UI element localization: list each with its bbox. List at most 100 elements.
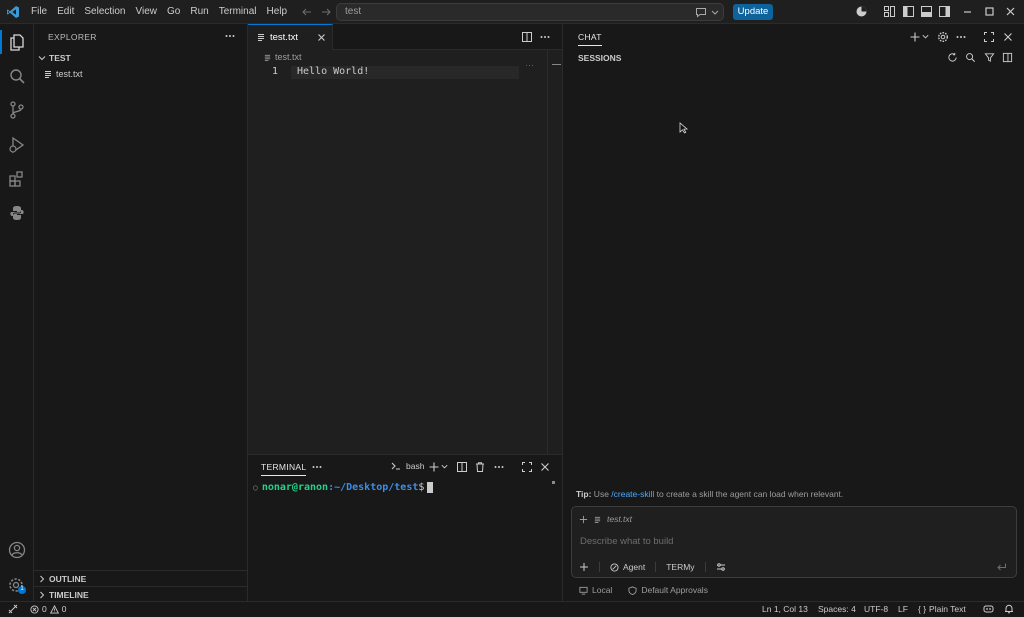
tools-sliders-icon[interactable] — [716, 562, 726, 572]
outline-section[interactable]: OUTLINE — [34, 570, 247, 586]
model-picker[interactable]: TERMy — [666, 562, 694, 572]
toggle-sidebar-icon[interactable] — [1002, 52, 1013, 63]
location-picker[interactable]: Local — [579, 585, 612, 595]
terminal-scrollbar[interactable] — [552, 481, 555, 484]
end-of-line[interactable]: LF — [898, 604, 908, 614]
account-icon[interactable] — [7, 540, 27, 560]
chevron-right-icon — [37, 590, 47, 600]
more-actions-icon[interactable] — [539, 31, 551, 43]
toggle-panel-icon[interactable] — [920, 5, 933, 18]
monitor-icon — [579, 586, 588, 595]
menu-file[interactable]: File — [26, 0, 52, 24]
more-actions-icon[interactable] — [955, 31, 967, 43]
minimize-icon[interactable] — [961, 5, 974, 18]
update-button[interactable]: Update — [733, 4, 773, 20]
terminal-shell-selector[interactable]: bash — [390, 460, 424, 472]
menu-selection[interactable]: Selection — [79, 0, 130, 24]
chevron-down-icon[interactable] — [710, 7, 720, 17]
refresh-icon[interactable] — [947, 52, 958, 63]
run-debug-icon[interactable] — [7, 135, 27, 155]
new-terminal-plus-icon[interactable] — [428, 461, 440, 473]
notifications-bell-icon[interactable] — [1004, 604, 1014, 614]
chat-prompt-input[interactable]: Describe what to build — [580, 536, 673, 547]
breadcrumb-file: test.txt — [275, 52, 302, 62]
back-arrow-icon[interactable] — [301, 6, 313, 18]
close-chat-icon[interactable] — [1002, 31, 1014, 43]
toggle-secondary-sidebar-icon[interactable] — [938, 5, 951, 18]
code-line-1[interactable]: 1 Hello World! — [248, 66, 520, 80]
menu-terminal[interactable]: Terminal — [214, 0, 262, 24]
approvals-label: Default Approvals — [641, 585, 708, 595]
customize-layout-icon[interactable] — [883, 5, 896, 18]
close-tab-icon[interactable] — [317, 33, 326, 42]
chevron-down-icon[interactable] — [440, 462, 449, 471]
manage-gear-icon[interactable] — [7, 575, 27, 595]
python-icon[interactable] — [7, 203, 27, 223]
maximize-icon[interactable] — [983, 5, 996, 18]
menu-go[interactable]: Go — [162, 0, 185, 24]
indentation[interactable]: Spaces: 4 — [818, 604, 856, 614]
add-context-plus-icon[interactable] — [579, 515, 588, 524]
breadcrumb[interactable]: test.txt — [264, 52, 302, 62]
terminal-cursor — [427, 482, 434, 493]
activity-bar: 1 — [0, 24, 34, 601]
chat-input-box[interactable]: test.txt Describe what to build Agent TE… — [571, 506, 1017, 578]
chat-bubble-icon[interactable] — [695, 7, 707, 18]
tip-link[interactable]: /create-skill — [611, 489, 654, 499]
panel-more-icon[interactable] — [311, 461, 323, 473]
context-attachment[interactable]: test.txt — [579, 514, 632, 524]
menu-edit[interactable]: Edit — [52, 0, 79, 24]
source-control-icon[interactable] — [7, 100, 27, 120]
mode-label: Agent — [623, 562, 646, 572]
search-icon[interactable] — [7, 66, 27, 86]
location-label: Local — [592, 585, 613, 595]
remote-indicator-icon[interactable] — [8, 604, 18, 614]
line-text: Hello World! — [297, 66, 370, 77]
split-terminal-icon[interactable] — [456, 461, 468, 473]
terminal-prompt[interactable]: ○ nonar@ranon :~/Desktop/test $ — [253, 482, 434, 493]
extensions-icon[interactable] — [7, 169, 27, 189]
settings-gear-icon[interactable] — [937, 31, 949, 43]
search-icon[interactable] — [965, 52, 976, 63]
add-plus-icon[interactable] — [579, 562, 589, 572]
filter-icon[interactable] — [984, 52, 995, 63]
encoding[interactable]: UTF-8 — [864, 604, 888, 614]
split-editor-icon[interactable] — [521, 31, 533, 43]
language-mode[interactable]: { } Plain Text — [918, 604, 966, 614]
minimap[interactable] — [547, 50, 562, 454]
more-actions-icon[interactable] — [493, 461, 505, 473]
tip-text-post: to create a skill the agent can load whe… — [654, 489, 844, 499]
timeline-section[interactable]: TIMELINE — [34, 586, 247, 602]
attachment-file-name: test.txt — [607, 514, 633, 524]
maximize-chat-icon[interactable] — [983, 31, 995, 43]
send-enter-icon[interactable] — [996, 562, 1007, 572]
folder-row-test[interactable]: TEST — [34, 50, 247, 66]
approvals-picker[interactable]: Default Approvals — [628, 585, 708, 595]
accounts-pie-icon[interactable] — [855, 5, 868, 18]
menu-help[interactable]: Help — [262, 0, 293, 24]
menu-view[interactable]: View — [131, 0, 163, 24]
new-chat-plus-icon[interactable] — [909, 31, 921, 43]
menu-run[interactable]: Run — [185, 0, 213, 24]
explorer-header: EXPLORER — [48, 32, 97, 42]
tab-chat[interactable]: CHAT — [578, 32, 602, 46]
copilot-icon[interactable] — [983, 604, 994, 614]
tab-test-txt[interactable]: test.txt — [248, 24, 333, 50]
forward-arrow-icon[interactable] — [320, 6, 332, 18]
explorer-files-icon[interactable] — [7, 32, 27, 52]
command-center-search[interactable]: test — [336, 3, 724, 21]
tab-terminal[interactable]: TERMINAL — [261, 462, 307, 476]
close-window-icon[interactable] — [1004, 5, 1017, 18]
mouse-pointer-icon — [679, 122, 689, 134]
chevron-down-icon[interactable] — [921, 32, 930, 41]
mode-picker[interactable]: Agent — [610, 562, 645, 572]
toggle-primary-sidebar-icon[interactable] — [902, 5, 915, 18]
close-panel-icon[interactable] — [539, 461, 551, 473]
more-actions-icon[interactable] — [224, 30, 236, 42]
file-row-test-txt[interactable]: test.txt — [34, 66, 247, 82]
cursor-position[interactable]: Ln 1, Col 13 — [762, 604, 808, 614]
trash-icon[interactable] — [474, 461, 486, 473]
maximize-panel-icon[interactable] — [521, 461, 533, 473]
timeline-label: TIMELINE — [49, 589, 89, 600]
problems-indicator[interactable]: 0 0 — [30, 604, 66, 614]
